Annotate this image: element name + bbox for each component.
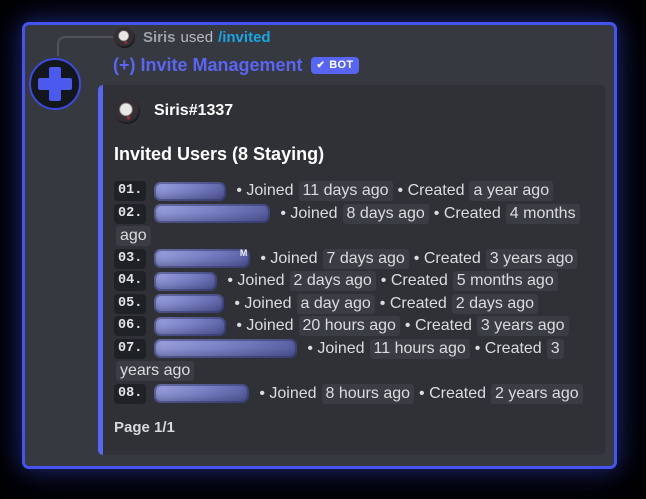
reply-spine [57,36,113,56]
embed-footer-page: Page 1/1 [114,419,175,436]
separator-text: • Joined [280,204,338,222]
separator-text: • Created [379,294,447,312]
embed-author-row: Siris#1337 [114,98,589,124]
list-item: 03. M • Joined 7 days ago • Created 3 years a… [114,248,589,271]
invite-management-embed: Siris#1337 Invited Users (8 Staying) 01.… [98,85,605,455]
reply-username[interactable]: Siris [143,29,176,46]
list-item: 02. • Joined 8 days ago • Created 4 months [114,203,589,226]
relative-timestamp: 8 days ago [342,203,429,224]
relative-timestamp: a year ago [469,181,554,202]
bot-username[interactable]: (+) Invite Management [113,55,303,76]
separator-text: • Joined [236,317,294,335]
relative-timestamp: 20 hours ago [298,316,400,337]
separator-text: • Created [404,317,472,335]
separator-text: • Joined [234,294,292,312]
relative-timestamp: 4 months [505,203,580,224]
relative-timestamp: 3 years ago [476,316,569,337]
separator-text: • Created [433,204,501,222]
embed-author-avatar [114,98,140,124]
list-item-wrap-line: ago [114,225,589,248]
separator-text: • Created [380,272,448,290]
bot-badge-label: BOT [329,59,354,71]
plus-icon [38,67,72,101]
redacted-user-mention-pill[interactable] [154,384,250,404]
reply-action-text: used [180,29,214,46]
redacted-user-mention-pill[interactable] [154,181,227,201]
redacted-user-mention-pill[interactable] [154,294,225,314]
separator-text: • Joined [236,182,294,200]
separator-text: • Created [419,384,486,402]
list-item: 08. • Joined 8 hours ago • Created 2 years a… [114,383,589,406]
highlighted-message-frame: Siris used /invited (+) Invite Managemen… [22,22,617,469]
invited-users-list: 01. • Joined 11 days ago • Created a year ag… [114,180,589,405]
slash-command-link[interactable]: /invited [218,29,271,46]
redacted-user-mention-pill[interactable]: M [154,248,251,269]
entry-number: 04. [114,271,147,291]
relative-timestamp: a day ago [296,293,375,314]
relative-timestamp: 2 days ago [289,271,376,292]
redacted-user-mention-pill[interactable] [154,204,271,224]
embed-author-name: Siris#1337 [154,102,234,119]
mention-text-fragment: M [239,248,248,259]
relative-timestamp: 2 years ago [491,383,583,404]
entry-number: 08. [114,383,147,404]
entry-number: 05. [114,293,147,314]
list-item: 07. • Joined 11 hours ago • Created 3 [114,338,589,361]
relative-timestamp: 3 years ago [485,248,578,269]
separator-text: • Joined [259,384,317,402]
list-item: 05. • Joined a day ago • Created 2 days ago [114,293,589,316]
entry-number: 02. [114,203,147,224]
relative-timestamp: 7 days ago [322,248,409,269]
message-header: (+) Invite Management ✔ BOT [113,53,360,78]
entry-number: 03. [114,248,147,269]
separator-text: • Joined [307,339,365,357]
relative-timestamp: 11 days ago [298,181,393,202]
separator-text: • Created [474,339,542,357]
list-item: 06. • Joined 20 hours ago • Created 3 years … [114,315,589,338]
relative-timestamp: ago [116,226,151,247]
relative-timestamp: 5 months ago [452,271,558,292]
separator-text: • Joined [227,272,285,290]
relative-timestamp: 11 hours ago [369,338,470,359]
entry-number: 01. [114,181,147,201]
list-item: 01. • Joined 11 days ago • Created a year ag… [114,180,589,203]
entry-number: 06. [114,316,147,336]
list-item: 04. • Joined 2 days ago • Created 5 months a… [114,270,589,293]
entry-number: 07. [114,338,147,359]
relative-timestamp: 2 days ago [451,293,539,314]
reply-author-avatar[interactable] [114,27,135,48]
list-item-wrap-line: years ago [114,360,589,383]
redacted-user-mention-pill[interactable] [154,339,298,359]
verified-check-icon: ✔ [316,59,326,71]
relative-timestamp: 8 hours ago [321,383,415,404]
bot-badge: ✔ BOT [310,57,360,74]
bot-avatar[interactable] [29,58,81,110]
relative-timestamp: 3 [546,338,564,359]
relative-timestamp: years ago [116,361,195,382]
separator-text: • Created [397,182,465,200]
separator-text: • Joined [260,249,318,267]
redacted-user-mention-pill[interactable] [154,271,218,291]
redacted-user-mention-pill[interactable] [154,316,227,336]
reply-preview[interactable]: Siris used /invited [114,26,271,49]
embed-title: Invited Users (8 Staying) [114,144,325,164]
separator-text: • Created [413,249,481,267]
